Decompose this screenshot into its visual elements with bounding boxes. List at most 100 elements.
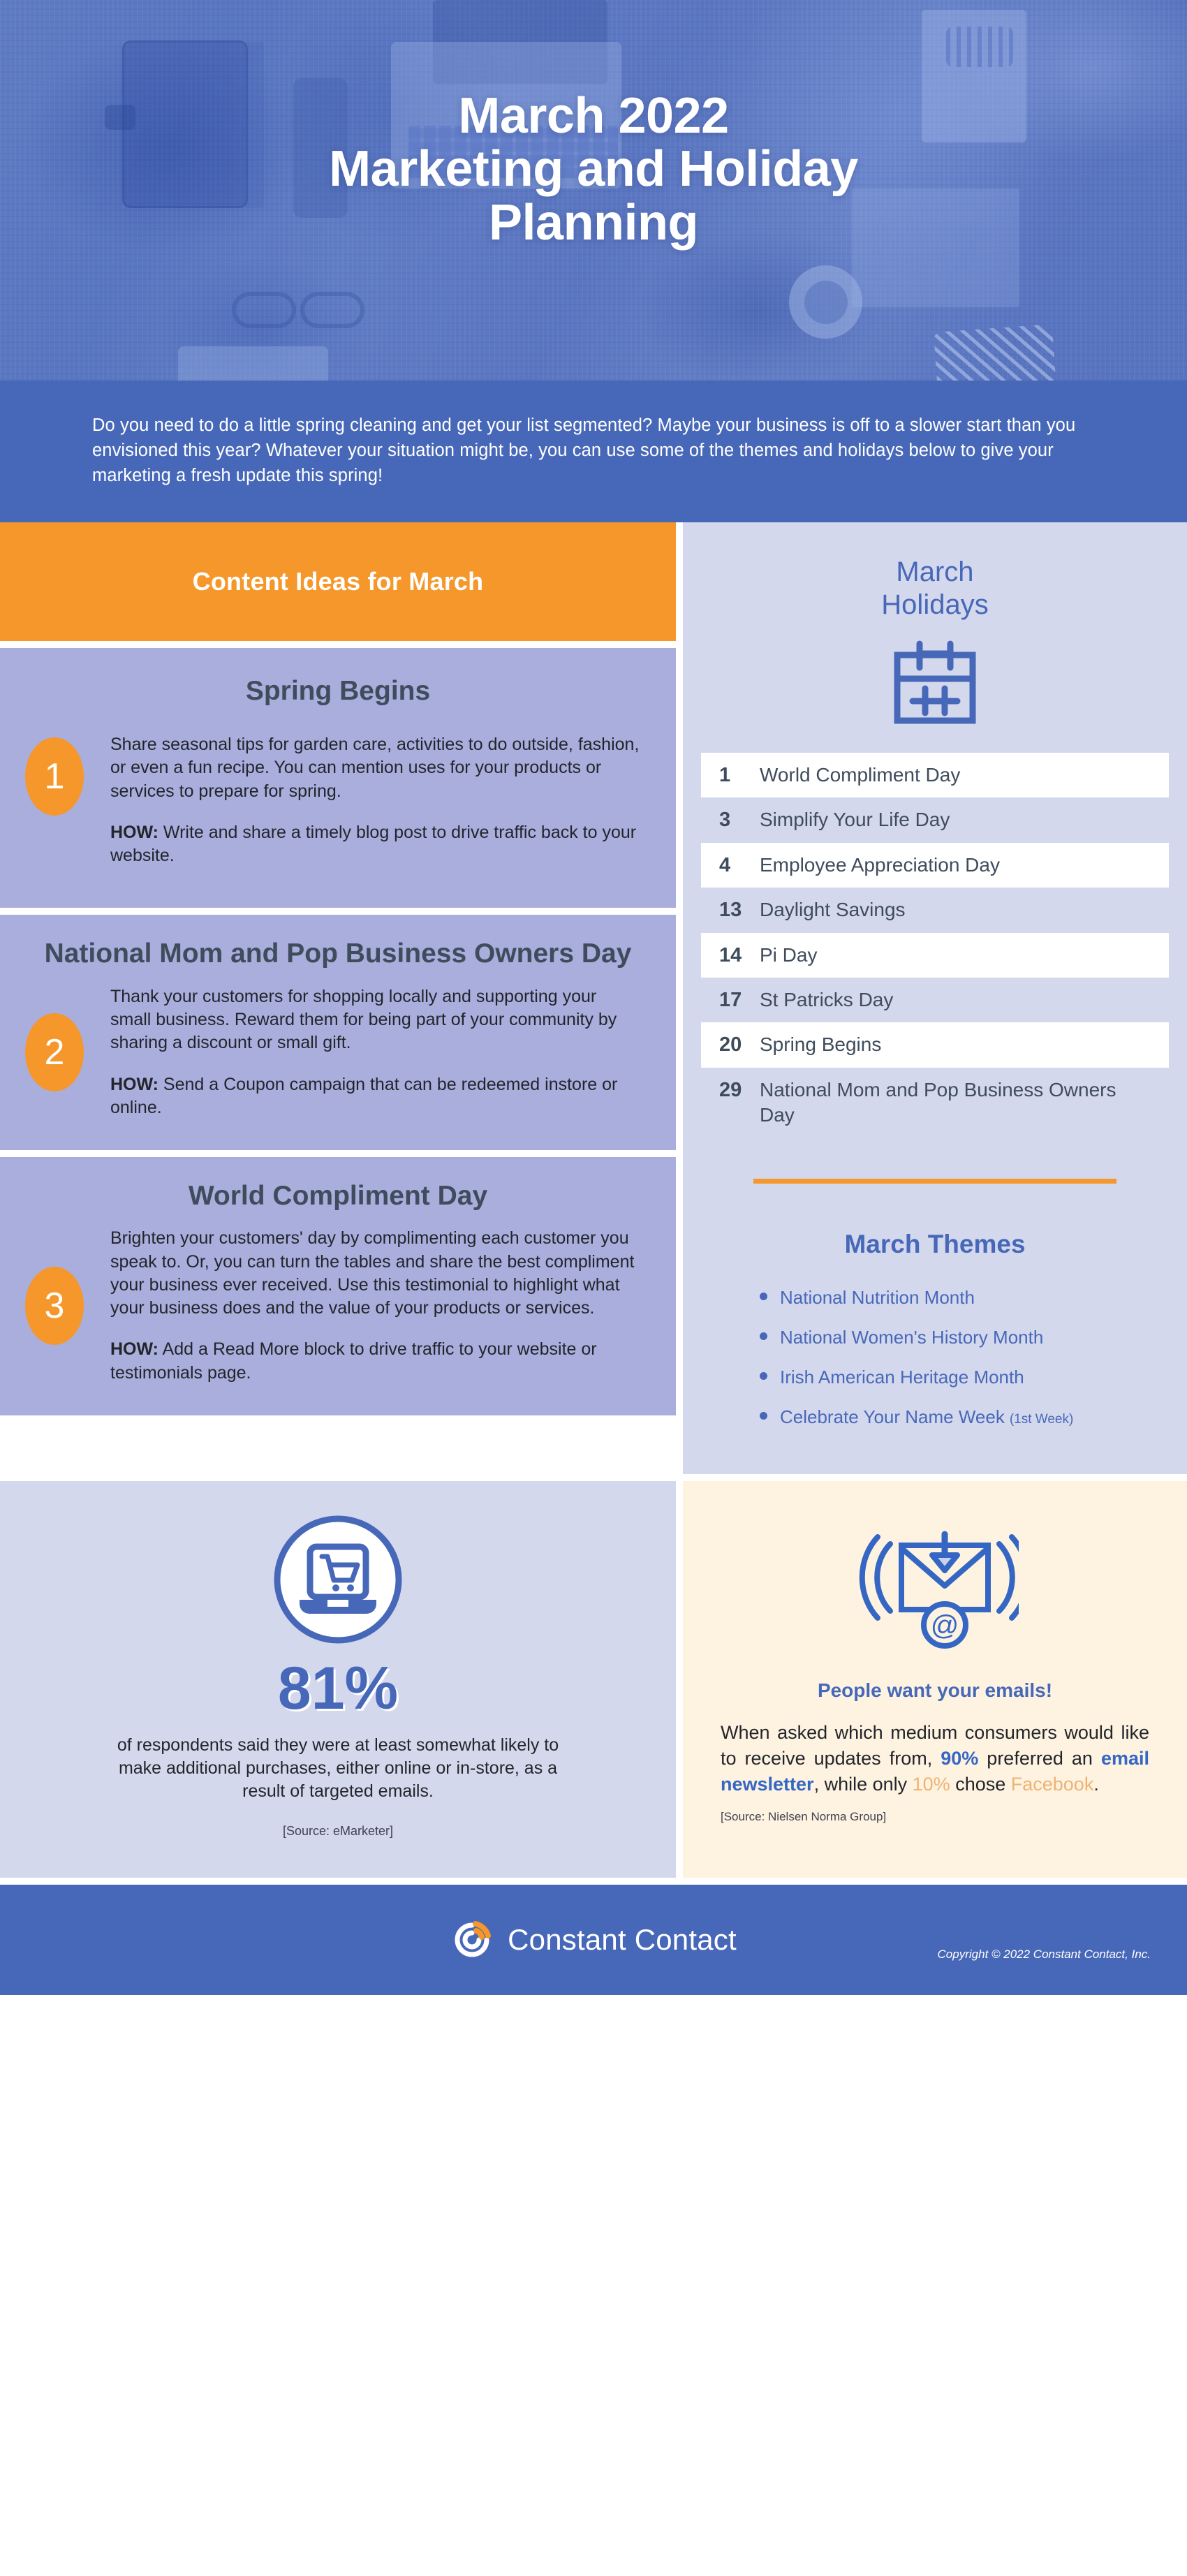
holidays-title-line-1: March xyxy=(896,556,974,587)
idea-title-3: World Compliment Day xyxy=(188,1181,488,1212)
footer-bar: Constant Contact Copyright © 2022 Consta… xyxy=(0,1884,1187,1995)
idea-card-3: World Compliment Day 3 Brighten your cus… xyxy=(0,1157,676,1415)
holiday-name: Employee Appreciation Day xyxy=(760,853,1000,876)
woven-mat-shape xyxy=(934,324,1056,381)
constant-contact-logo[interactable]: Constant Contact xyxy=(450,1918,737,1962)
email-source: [Source: Nielsen Norma Group] xyxy=(721,1810,887,1824)
email-text-part-3: , while only xyxy=(813,1774,913,1795)
idea-body-3: Brighten your customers' day by complime… xyxy=(110,1228,635,1318)
idea-how-label-3: HOW: xyxy=(110,1339,158,1360)
holiday-day: 1 xyxy=(719,763,731,786)
theme-label: Irish American Heritage Month xyxy=(780,1366,1024,1388)
email-text-part-4: chose xyxy=(950,1774,1011,1795)
theme-item: National Women's History Month xyxy=(760,1327,1187,1348)
idea-how-label-1: HOW: xyxy=(110,822,158,842)
idea-how-3: HOW: Add a Read More block to drive traf… xyxy=(110,1338,640,1385)
idea-text-2: Thank your customers for shopping locall… xyxy=(110,985,640,1119)
holiday-day: 29 xyxy=(719,1078,742,1101)
bullet-icon xyxy=(760,1292,767,1300)
holiday-row: 1 World Compliment Day xyxy=(701,752,1169,798)
idea-title-1: Spring Begins xyxy=(245,675,431,706)
holiday-day: 14 xyxy=(719,943,742,966)
holiday-name: National Mom and Pop Business Owners Day xyxy=(760,1078,1116,1126)
idea-how-2: HOW: Send a Coupon campaign that can be … xyxy=(110,1073,640,1120)
email-body-text: When asked which medium consumers would … xyxy=(721,1720,1149,1798)
hero-banner: March 2022 Marketing and Holiday Plannin… xyxy=(0,0,1187,381)
intro-paragraph: Do you need to do a little spring cleani… xyxy=(0,381,1187,522)
holiday-row: 17 St Patricks Day xyxy=(701,978,1169,1022)
themes-divider xyxy=(753,1178,1116,1184)
purchase-stat-panel: 81% of respondents said they were at lea… xyxy=(0,1480,676,1878)
main-columns: Content Ideas for March Spring Begins 1 … xyxy=(0,522,1187,1474)
holiday-name: Simplify Your Life Day xyxy=(760,809,950,831)
idea-text-3: Brighten your customers' day by complime… xyxy=(110,1227,640,1385)
stat-value: 81% xyxy=(277,1654,399,1722)
email-stat-panel: @ People want your emails! When asked wh… xyxy=(683,1480,1187,1878)
email-highlight-facebook: Facebook xyxy=(1010,1774,1094,1795)
holiday-day: 17 xyxy=(719,988,742,1011)
theme-item: Irish American Heritage Month xyxy=(760,1367,1187,1388)
holiday-list: 1 World Compliment Day 3 Simplify Your L… xyxy=(683,752,1187,1138)
march-holidays-title: March Holidays xyxy=(683,522,1187,621)
idea-body-1: Share seasonal tips for garden care, act… xyxy=(110,735,640,801)
theme-label: National Nutrition Month xyxy=(780,1286,975,1308)
holiday-day: 4 xyxy=(719,853,731,876)
holiday-day: 20 xyxy=(719,1033,742,1057)
column-divider xyxy=(676,522,683,1474)
march-themes-title: March Themes xyxy=(844,1229,1026,1258)
statistics-row: 81% of respondents said they were at lea… xyxy=(0,1480,1187,1878)
email-text-part-5: . xyxy=(1093,1774,1099,1795)
email-text-part-2: preferred an xyxy=(978,1747,1101,1769)
holiday-day: 3 xyxy=(719,809,731,832)
holiday-name: St Patricks Day xyxy=(760,988,894,1010)
march-holidays-column: March Holidays 1 World Compliment Day 3 … xyxy=(683,522,1187,1474)
page-title-line-3: Planning xyxy=(489,194,699,251)
email-highlight-90: 90% xyxy=(941,1747,979,1769)
idea-number-badge-3: 3 xyxy=(25,1267,84,1346)
stat-source: [Source: eMarketer] xyxy=(282,1823,394,1838)
infographic-page: March 2022 Marketing and Holiday Plannin… xyxy=(0,0,1187,1995)
online-shopping-icon xyxy=(98,1513,578,1646)
mouse-inner-shape xyxy=(804,281,848,324)
idea-text-1: Share seasonal tips for garden care, act… xyxy=(110,733,640,867)
bullet-icon xyxy=(760,1411,767,1420)
page-title-line-1: March 2022 xyxy=(458,88,729,144)
holiday-day: 13 xyxy=(719,899,742,922)
footer-copyright: Copyright © 2022 Constant Contact, Inc. xyxy=(937,1947,1151,1961)
holiday-row: 29 National Mom and Pop Business Owners … xyxy=(701,1068,1169,1138)
idea-how-text-2: Send a Coupon campaign that can be redee… xyxy=(110,1074,618,1117)
holiday-name: Pi Day xyxy=(760,943,818,966)
theme-sublabel: (1st Week) xyxy=(1009,1411,1074,1427)
idea-number-badge-1: 1 xyxy=(25,737,84,816)
bullet-icon xyxy=(760,1332,767,1340)
theme-item: National Nutrition Month xyxy=(760,1287,1187,1309)
idea-how-text-1: Write and share a timely blog post to dr… xyxy=(110,822,637,866)
idea-number-badge-2: 2 xyxy=(25,1013,84,1091)
idea-how-1: HOW: Write and share a timely blog post … xyxy=(110,821,640,868)
holiday-row: 13 Daylight Savings xyxy=(701,888,1169,932)
theme-label: Celebrate Your Name Week xyxy=(780,1406,1005,1427)
holiday-name: World Compliment Day xyxy=(760,763,961,786)
theme-item: Celebrate Your Name Week (1st Week) xyxy=(760,1406,1187,1428)
content-ideas-header: Content Ideas for March xyxy=(0,522,676,641)
holiday-row: 20 Spring Begins xyxy=(701,1022,1169,1068)
page-title-line-2: Marketing and Holiday xyxy=(329,141,858,198)
themes-list: National Nutrition Month National Women'… xyxy=(760,1287,1187,1428)
desk-pad-shape xyxy=(178,346,328,381)
idea-title-2: National Mom and Pop Business Owners Day xyxy=(44,939,632,969)
stat-description: of respondents said they were at least s… xyxy=(117,1735,559,1801)
holiday-row: 4 Employee Appreciation Day xyxy=(701,842,1169,888)
calendar-icon xyxy=(683,640,1187,729)
email-at-icon: @ xyxy=(721,1519,1149,1665)
bullet-icon xyxy=(760,1371,767,1380)
holiday-name: Spring Begins xyxy=(760,1033,882,1056)
glasses-right-lens xyxy=(300,292,364,328)
idea-card-1: Spring Begins 1 Share seasonal tips for … xyxy=(0,647,676,908)
content-ideas-column: Content Ideas for March Spring Begins 1 … xyxy=(0,522,676,1415)
idea-body-2: Thank your customers for shopping locall… xyxy=(110,986,617,1053)
holidays-title-line-2: Holidays xyxy=(881,589,989,620)
idea-how-label-2: HOW: xyxy=(110,1074,158,1094)
holiday-row: 3 Simplify Your Life Day xyxy=(701,797,1169,842)
footer-brand-name: Constant Contact xyxy=(508,1922,737,1956)
email-highlight-10: 10% xyxy=(912,1774,950,1795)
